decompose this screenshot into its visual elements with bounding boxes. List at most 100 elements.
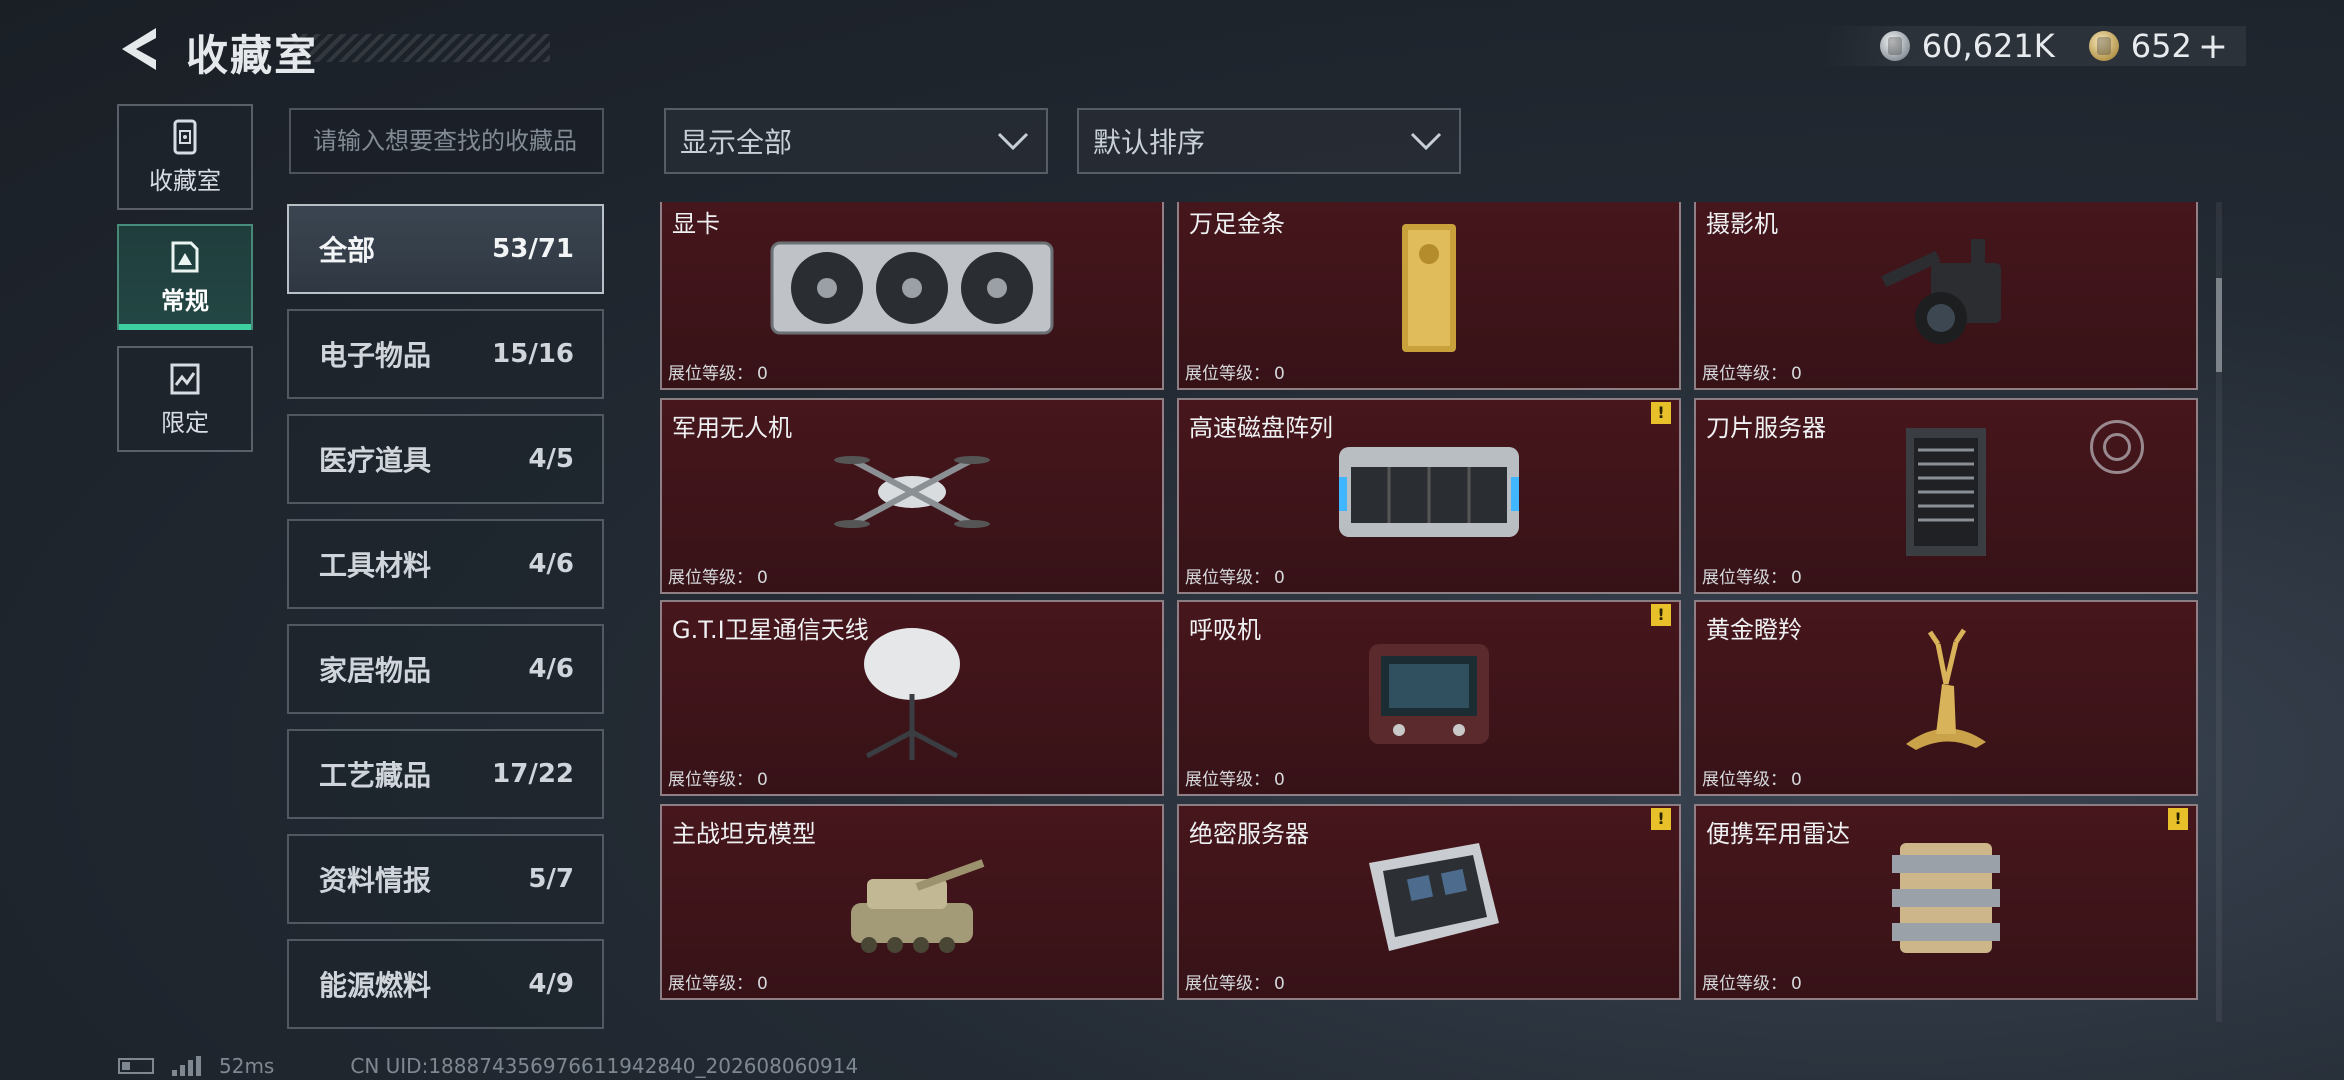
- currency-bar: 60,621K 652 +: [1819, 26, 2246, 67]
- category-tools[interactable]: 工具材料 4/6: [287, 519, 604, 609]
- item-level: 展位等级： 0: [1702, 765, 1802, 790]
- category-label: 工具材料: [319, 549, 432, 582]
- item-level: 展位等级： 0: [668, 563, 768, 588]
- category-household[interactable]: 家居物品 4/6: [287, 624, 604, 714]
- rail-label: 限定: [161, 408, 209, 437]
- collection-grid: 显卡 展位等级： 0 万足金条 展位等级： 0 摄影机 展位等级： 0 军用无人机 展位等级： 0 高速…: [660, 202, 2210, 1022]
- category-label: 能源燃料: [319, 969, 432, 1002]
- collection-item-card[interactable]: G.T.I卫星通信天线展位等级： 0: [660, 600, 1164, 796]
- level-label: 展位等级：: [1185, 364, 1270, 384]
- rail-label: 常规: [161, 286, 209, 315]
- signal-icon: [172, 1056, 201, 1076]
- item-name: 高速磁盘阵列: [1189, 414, 1333, 442]
- item-level: 展位等级： 0: [1702, 359, 1802, 384]
- item-name: 万足金条: [1189, 210, 1285, 238]
- category-label: 资料情报: [319, 864, 432, 897]
- collection-item-card[interactable]: 军用无人机展位等级： 0: [660, 398, 1164, 594]
- item-level: 展位等级： 0: [668, 765, 768, 790]
- category-medical[interactable]: 医疗道具 4/5: [287, 414, 604, 504]
- battery-icon: [118, 1058, 154, 1074]
- item-name: 呼吸机: [1189, 616, 1261, 644]
- item-level: 展位等级： 0: [668, 359, 768, 384]
- level-value: 0: [757, 974, 768, 994]
- ping-text: 52ms: [219, 1054, 275, 1078]
- item-level: 展位等级： 0: [668, 969, 768, 994]
- rail-label: 收藏室: [149, 166, 221, 195]
- level-value: 0: [1791, 568, 1802, 588]
- level-value: 0: [757, 568, 768, 588]
- category-count: 4/9: [528, 969, 574, 999]
- item-name: 摄影机: [1706, 210, 1778, 238]
- back-arrow-icon[interactable]: [116, 24, 164, 74]
- category-count: 53/71: [492, 234, 574, 264]
- gold-amount: 652: [2130, 27, 2192, 65]
- level-label: 展位等级：: [668, 568, 753, 588]
- collection-item-card[interactable]: 万足金条 展位等级： 0: [1177, 202, 1681, 390]
- collection-item-card[interactable]: 便携军用雷达 展位等级： 0!: [1694, 804, 2198, 1000]
- rail-item-limited[interactable]: 限定: [117, 346, 253, 452]
- chevron-down-icon: [1410, 132, 1442, 151]
- category-crafts[interactable]: 工艺藏品 17/22: [287, 729, 604, 819]
- level-label: 展位等级：: [1702, 974, 1787, 994]
- chevron-down-icon: [997, 132, 1029, 151]
- level-label: 展位等级：: [1702, 770, 1787, 790]
- level-label: 展位等级：: [1702, 364, 1787, 384]
- collection-room-icon: [173, 119, 197, 154]
- collection-item-card[interactable]: 摄影机展位等级： 0: [1694, 202, 2198, 390]
- level-value: 0: [1274, 974, 1285, 994]
- title-decoration: [290, 34, 550, 62]
- item-name: 黄金瞪羚: [1706, 616, 1802, 644]
- regular-icon: [171, 241, 199, 272]
- category-count: 17/22: [492, 759, 574, 789]
- rail-item-regular[interactable]: 常规: [117, 224, 253, 330]
- item-name: 便携军用雷达: [1706, 820, 1850, 848]
- category-count: 4/5: [528, 444, 574, 474]
- item-level: 展位等级： 0: [1702, 969, 1802, 994]
- level-label: 展位等级：: [668, 974, 753, 994]
- level-label: 展位等级：: [668, 364, 753, 384]
- level-label: 展位等级：: [1702, 568, 1787, 588]
- warning-badge-icon: !: [1651, 604, 1671, 626]
- collection-item-card[interactable]: 高速磁盘阵列 展位等级： 0!: [1177, 398, 1681, 594]
- sort-dropdown[interactable]: 默认排序: [1077, 108, 1461, 174]
- category-all[interactable]: 全部 53/71: [287, 204, 604, 294]
- rail-item-collection-room[interactable]: 收藏室: [117, 104, 253, 210]
- search-input[interactable]: [289, 108, 604, 174]
- filter-value: 显示全部: [680, 126, 793, 159]
- silver-coin-icon: [1879, 31, 1910, 61]
- target-circle-icon[interactable]: [2090, 420, 2144, 474]
- item-name: G.T.I卫星通信天线: [672, 616, 869, 644]
- level-value: 0: [1791, 770, 1802, 790]
- graphics-card-icon: [662, 210, 1162, 366]
- item-name: 主战坦克模型: [672, 820, 816, 848]
- item-level: 展位等级： 0: [1185, 563, 1285, 588]
- category-count: 5/7: [528, 864, 574, 894]
- gold-coin-icon: [2088, 31, 2119, 61]
- warning-badge-icon: !: [1651, 808, 1671, 830]
- category-electronics[interactable]: 电子物品 15/16: [287, 309, 604, 399]
- collection-item-card[interactable]: 主战坦克模型展位等级： 0: [660, 804, 1164, 1000]
- scrollbar-thumb[interactable]: [2216, 278, 2222, 372]
- category-intel[interactable]: 资料情报 5/7: [287, 834, 604, 924]
- category-label: 工艺藏品: [319, 759, 432, 792]
- collection-item-card[interactable]: 黄金瞪羚展位等级： 0: [1694, 600, 2198, 796]
- level-value: 0: [757, 770, 768, 790]
- collection-item-card[interactable]: 呼吸机 展位等级： 0!: [1177, 600, 1681, 796]
- level-label: 展位等级：: [1185, 568, 1270, 588]
- collection-item-card[interactable]: 绝密服务器 展位等级： 0!: [1177, 804, 1681, 1000]
- collection-item-card[interactable]: 显卡 展位等级： 0: [660, 202, 1164, 390]
- level-label: 展位等级：: [1185, 770, 1270, 790]
- level-label: 展位等级：: [668, 770, 753, 790]
- add-currency-button[interactable]: +: [2198, 26, 2228, 67]
- filter-dropdown[interactable]: 显示全部: [664, 108, 1048, 174]
- category-label: 家居物品: [319, 654, 432, 687]
- item-name: 军用无人机: [672, 414, 792, 442]
- level-value: 0: [1791, 974, 1802, 994]
- level-value: 0: [1791, 364, 1802, 384]
- uid-text: CN UID:1888743569766119428​40_2026080609…: [350, 1054, 859, 1078]
- category-count: 4/6: [528, 654, 574, 684]
- silver-amount: 60,621K: [1921, 27, 2055, 65]
- category-energy[interactable]: 能源燃料 4/9: [287, 939, 604, 1029]
- item-name: 刀片服务器: [1706, 414, 1826, 442]
- category-label: 医疗道具: [319, 444, 432, 477]
